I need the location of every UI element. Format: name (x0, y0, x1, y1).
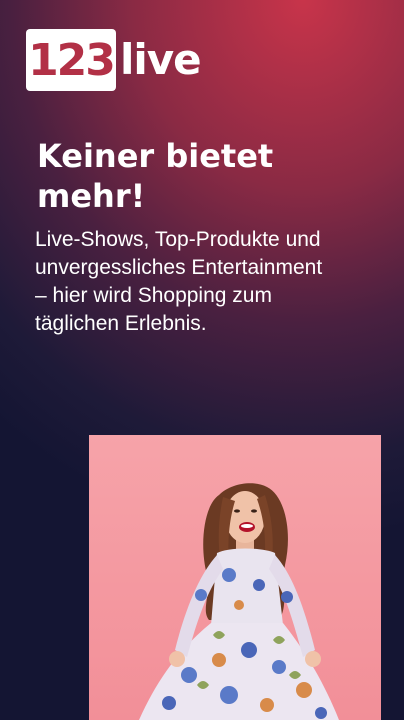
logo-word: live (120, 35, 202, 84)
hero-photo (89, 435, 381, 720)
app-logo: 123 live (26, 29, 202, 91)
logo-number-box: 123 (26, 29, 116, 91)
woman-in-floral-dress-illustration (139, 483, 339, 720)
logo-number: 123 (28, 34, 116, 86)
hero-description: Live-Shows, Top-Produkte und unvergessli… (35, 228, 323, 335)
hero-headline: Keiner bietet mehr! (37, 137, 274, 215)
